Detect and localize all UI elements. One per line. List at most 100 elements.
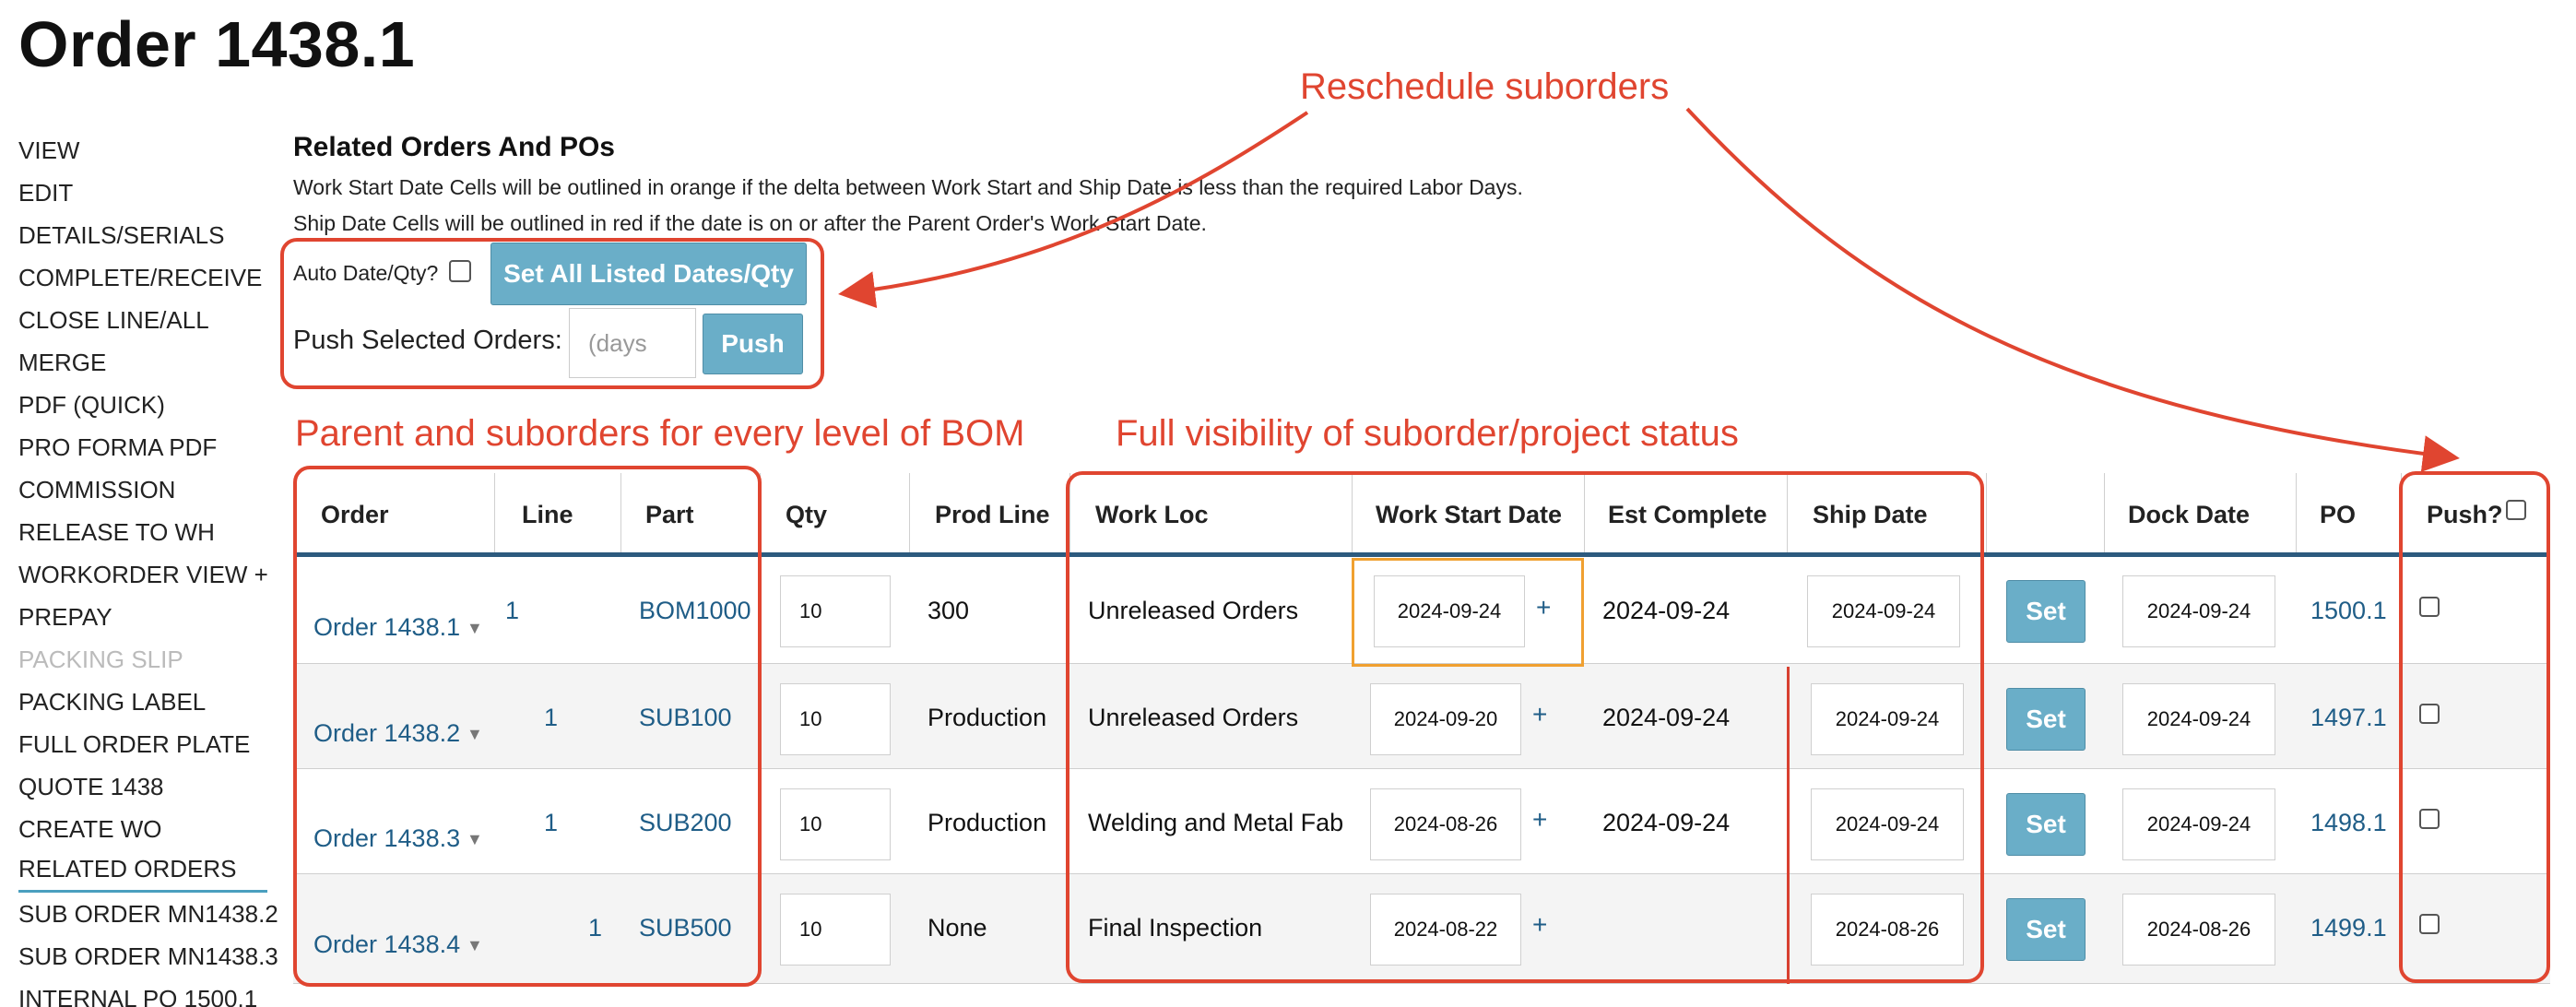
work-start-date-input[interactable]: 2024-08-22 <box>1370 894 1521 966</box>
push-checkbox[interactable] <box>2419 704 2440 724</box>
annotation-visibility: Full visibility of suborder/project stat… <box>1116 413 1739 454</box>
push-checkbox[interactable] <box>2419 597 2440 617</box>
column-divider <box>620 473 621 554</box>
dock-date-input[interactable]: 2024-08-26 <box>2122 894 2275 966</box>
prod-line-value: None <box>928 914 987 942</box>
related-orders-table: Order Line Part Qty Prod Line Work Loc W… <box>293 473 2550 984</box>
header-qty[interactable]: Qty <box>786 473 827 556</box>
sidebar-item-details-serials[interactable]: DETAILS/SERIALS <box>18 214 267 256</box>
set-button[interactable]: Set <box>2006 793 2086 856</box>
order-link[interactable]: Order 1438.3 <box>313 824 460 853</box>
header-est-complete[interactable]: Est Complete <box>1608 473 1767 556</box>
sidebar-item-commission[interactable]: COMMISSION <box>18 468 267 511</box>
sidebar-item-close-line[interactable]: CLOSE LINE/ALL <box>18 299 267 341</box>
add-icon[interactable]: + <box>1536 593 1551 622</box>
sidebar-item-merge[interactable]: MERGE <box>18 341 267 384</box>
est-complete-value: 2024-09-24 <box>1602 704 1731 731</box>
dock-date-input[interactable]: 2024-09-24 <box>2122 788 2275 860</box>
header-prod-line[interactable]: Prod Line <box>935 473 1050 556</box>
sidebar-item-pro-forma-pdf[interactable]: PRO FORMA PDF <box>18 426 267 468</box>
push-all-checkbox[interactable] <box>2506 500 2526 520</box>
line-link[interactable]: 1 <box>505 597 519 625</box>
header-order[interactable]: Order <box>321 473 389 556</box>
set-button[interactable]: Set <box>2006 898 2086 961</box>
dock-date-input[interactable]: 2024-09-24 <box>2122 575 2275 647</box>
add-icon[interactable]: + <box>1532 805 1547 835</box>
line-link[interactable]: 1 <box>588 914 602 942</box>
sidebar-item-sub-order-3[interactable]: SUB ORDER MN1438.3 <box>18 935 278 977</box>
header-po[interactable]: PO <box>2320 473 2356 556</box>
qty-input[interactable]: 10 <box>780 788 891 860</box>
header-dock-date[interactable]: Dock Date <box>2128 473 2250 556</box>
ship-date-input[interactable]: 2024-09-24 <box>1811 788 1964 860</box>
push-days-input[interactable]: (days <box>569 308 696 378</box>
qty-input[interactable]: 10 <box>780 575 891 647</box>
sidebar-item-full-order-plate[interactable]: FULL ORDER PLATE <box>18 723 267 765</box>
dock-date-input[interactable]: 2024-09-24 <box>2122 683 2275 755</box>
auto-date-label: Auto Date/Qty? <box>293 261 439 285</box>
column-divider <box>2296 473 2297 554</box>
part-link[interactable]: SUB100 <box>639 704 732 732</box>
po-link[interactable]: 1499.1 <box>2310 914 2387 942</box>
push-button[interactable]: Push <box>703 314 803 374</box>
header-part[interactable]: Part <box>645 473 694 556</box>
sidebar-item-workorder-view[interactable]: WORKORDER VIEW + <box>18 553 268 596</box>
ship-date-input[interactable]: 2024-08-26 <box>1811 894 1964 966</box>
line-link[interactable]: 1 <box>544 704 558 732</box>
sidebar-item-edit[interactable]: EDIT <box>18 172 267 214</box>
header-push[interactable]: Push? <box>2427 473 2503 556</box>
sidebar-item-related-orders[interactable]: RELATED ORDERS <box>18 850 267 893</box>
sidebar-item-complete-receive[interactable]: COMPLETE/RECEIVE <box>18 256 267 299</box>
column-divider <box>2401 473 2402 554</box>
header-ship-date[interactable]: Ship Date <box>1813 473 1928 556</box>
caret-down-icon[interactable]: ▼ <box>467 830 483 849</box>
part-link[interactable]: SUB500 <box>639 914 732 942</box>
ship-date-input[interactable]: 2024-09-24 <box>1807 575 1960 647</box>
sidebar-item-prepay[interactable]: PREPAY <box>18 596 267 638</box>
header-line[interactable]: Line <box>522 473 573 556</box>
add-icon[interactable]: + <box>1532 910 1547 940</box>
sidebar-item-quote[interactable]: QUOTE 1438 <box>18 765 267 808</box>
part-link[interactable]: SUB200 <box>639 809 732 837</box>
po-link[interactable]: 1500.1 <box>2310 597 2387 625</box>
header-rule <box>293 552 2550 557</box>
qty-input[interactable]: 10 <box>780 894 891 966</box>
work-start-date-input[interactable]: 2024-09-24 <box>1374 575 1525 647</box>
sidebar-item-pdf-quick[interactable]: PDF (QUICK) <box>18 384 267 426</box>
column-divider <box>1584 473 1585 554</box>
line-link[interactable]: 1 <box>544 809 558 837</box>
set-button[interactable]: Set <box>2006 688 2086 751</box>
annotation-parent-suborders: Parent and suborders for every level of … <box>295 413 1025 454</box>
order-link[interactable]: Order 1438.1 <box>313 613 460 642</box>
set-button[interactable]: Set <box>2006 580 2086 643</box>
header-work-start-date[interactable]: Work Start Date <box>1376 473 1562 556</box>
caret-down-icon[interactable]: ▼ <box>467 725 483 744</box>
part-link[interactable]: BOM1000 <box>639 597 751 625</box>
sidebar-item-release-to-wh[interactable]: RELEASE TO WH <box>18 511 267 553</box>
sidebar-item-sub-order-2[interactable]: SUB ORDER MN1438.2 <box>18 893 278 935</box>
add-icon[interactable]: + <box>1532 700 1547 729</box>
caret-down-icon[interactable]: ▼ <box>467 936 483 955</box>
order-link[interactable]: Order 1438.4 <box>313 930 460 959</box>
sidebar-item-view[interactable]: VIEW <box>18 129 267 172</box>
work-start-date-input[interactable]: 2024-08-26 <box>1370 788 1521 860</box>
column-divider <box>909 473 910 554</box>
caret-down-icon[interactable]: ▼ <box>467 619 483 638</box>
work-start-date-input[interactable]: 2024-09-20 <box>1370 683 1521 755</box>
push-checkbox[interactable] <box>2419 809 2440 829</box>
auto-date-checkbox[interactable] <box>449 260 471 282</box>
set-all-dates-button[interactable]: Set All Listed Dates/Qty <box>490 243 807 305</box>
po-link[interactable]: 1497.1 <box>2310 704 2387 732</box>
sidebar-item-create-wo[interactable]: CREATE WO <box>18 808 267 850</box>
ship-date-warning-outline <box>1787 667 1790 984</box>
header-work-loc[interactable]: Work Loc <box>1095 473 1209 556</box>
prod-line-value: 300 <box>928 597 970 624</box>
work-loc-value: Unreleased Orders <box>1088 704 1299 731</box>
sidebar-item-internal-po[interactable]: INTERNAL PO 1500.1 <box>18 977 267 1007</box>
po-link[interactable]: 1498.1 <box>2310 809 2387 837</box>
ship-date-input[interactable]: 2024-09-24 <box>1811 683 1964 755</box>
qty-input[interactable]: 10 <box>780 683 891 755</box>
push-checkbox[interactable] <box>2419 914 2440 934</box>
order-link[interactable]: Order 1438.2 <box>313 719 460 748</box>
sidebar-item-packing-label[interactable]: PACKING LABEL <box>18 681 267 723</box>
